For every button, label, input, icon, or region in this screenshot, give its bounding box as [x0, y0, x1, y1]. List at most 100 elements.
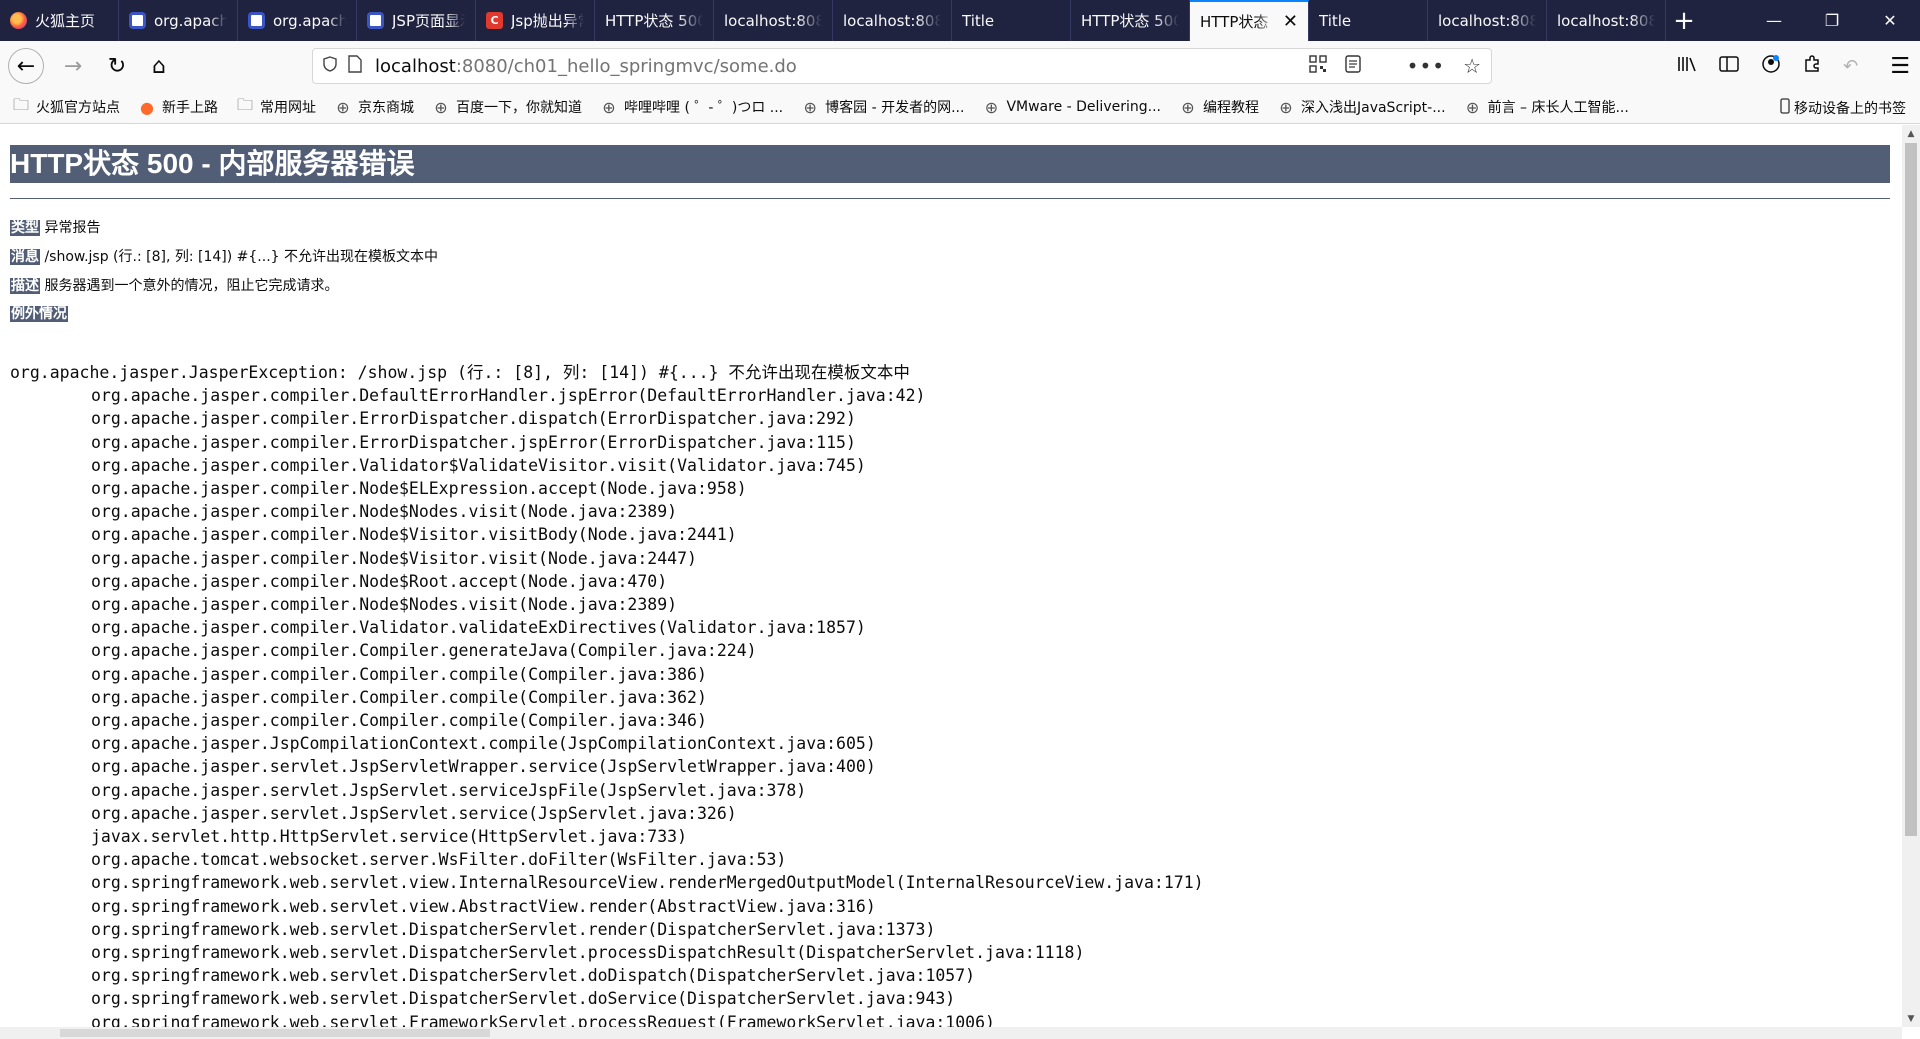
close-window-button[interactable]: ✕	[1861, 0, 1919, 41]
tab-6[interactable]: localhost:8080	[714, 0, 833, 41]
stack-frame: org.springframework.web.servlet.Dispatch…	[91, 919, 936, 939]
tab-label: localhost:8080	[724, 11, 822, 30]
stack-frame: org.apache.jasper.JspCompilationContext.…	[91, 734, 876, 754]
tab-3[interactable]: JSP页面显示	[357, 0, 476, 41]
scroll-up-icon[interactable]: ▲	[1902, 125, 1920, 142]
tab-10[interactable]: HTTP状态 ✕	[1190, 0, 1309, 41]
firefox-icon	[10, 12, 27, 29]
mobile-bookmarks-label: 移动设备上的书签	[1794, 100, 1906, 117]
tab-label: Jsp抛出异常	[511, 12, 584, 30]
globe-icon: ⊕	[434, 97, 448, 117]
bookmark-0[interactable]: 🗀 火狐官方站点	[12, 94, 120, 121]
tab-2[interactable]: org.apache	[238, 0, 357, 41]
stack-frame: org.apache.jasper.compiler.Node$Root.acc…	[91, 571, 668, 591]
bookmark-label: 京东商城	[358, 100, 414, 116]
bookmark-label: 火狐官方站点	[36, 100, 120, 116]
home-button[interactable]: ⌂	[142, 49, 176, 83]
scroll-down-icon[interactable]: ▼	[1902, 1010, 1920, 1027]
stack-frame: org.apache.jasper.compiler.Node$Visitor.…	[91, 525, 737, 545]
bookmark-8[interactable]: ⊕ 编程教程	[1179, 97, 1259, 117]
minimize-button[interactable]: —	[1745, 0, 1803, 41]
mobile-bookmarks[interactable]: 移动设备上的书签	[1780, 91, 1906, 124]
account-icon[interactable]	[1761, 54, 1781, 79]
bookmark-3[interactable]: ⊕ 京东商城	[334, 97, 414, 117]
stack-frame: org.springframework.web.servlet.Dispatch…	[91, 989, 956, 1009]
new-tab-button[interactable]: +	[1666, 0, 1702, 41]
horizontal-scrollbar[interactable]	[0, 1027, 1902, 1039]
stack-frames: org.apache.jasper.compiler.DefaultErrorH…	[10, 384, 1204, 1027]
gear-icon	[248, 12, 265, 29]
stack-frame: org.apache.jasper.compiler.Node$Nodes.vi…	[91, 595, 678, 615]
stack-frame: org.apache.jasper.compiler.Compiler.gene…	[91, 641, 757, 661]
url-bar[interactable]: localhost:8080/ch01_hello_springmvc/some…	[312, 48, 1492, 84]
stack-frame: org.apache.jasper.servlet.JspServlet.ser…	[91, 803, 737, 823]
folder-icon: 🗀	[236, 94, 253, 114]
description-line: 描述 服务器遇到一个意外的情况，阻止它完成请求。	[10, 275, 338, 295]
tab-11[interactable]: Title	[1309, 0, 1428, 41]
library-icon[interactable]	[1677, 55, 1697, 78]
tab-12[interactable]: localhost:8080	[1428, 0, 1547, 41]
undo-close-icon[interactable]: ↶	[1843, 56, 1858, 77]
bookmark-star-icon[interactable]: ☆	[1463, 54, 1481, 78]
url-text[interactable]: localhost:8080/ch01_hello_springmvc/some…	[375, 56, 797, 77]
tab-label: HTTP状态 500	[605, 12, 703, 30]
tab-label: org.apache	[273, 11, 346, 30]
reload-button[interactable]: ↻	[100, 49, 134, 83]
stack-frame: org.springframework.web.servlet.Framewor…	[91, 1012, 995, 1027]
message-line: 消息 /show.jsp (行.: [8], 列: [14]) #{...} 不…	[10, 246, 438, 266]
forward-button[interactable]: →	[56, 49, 90, 83]
bookmark-label: 哔哩哔哩 ( ゜- ゜)つロ ...	[624, 100, 784, 116]
tab-9[interactable]: HTTP状态 500	[1071, 0, 1190, 41]
page-info-icon[interactable]	[347, 54, 375, 78]
bookmark-7[interactable]: ⊕ VMware - Delivering...	[982, 98, 1161, 117]
bookmark-2[interactable]: 🗀 常用网址	[236, 94, 316, 121]
bookmarks-toolbar: 🗀 火狐官方站点 ● 新手上路 🗀 常用网址 ⊕ 京东商城 ⊕ 百度一下，你就知道 ⊕ 哔哩哔哩 ( …	[0, 91, 1920, 124]
tab-4[interactable]: C Jsp抛出异常	[476, 0, 595, 41]
message-value: /show.jsp (行.: [8], 列: [14]) #{...} 不允许出…	[44, 249, 439, 265]
bookmark-label: 前言 – 床长人工智能...	[1487, 100, 1629, 116]
stack-frame: org.springframework.web.servlet.Dispatch…	[91, 943, 1085, 963]
menu-icon[interactable]: ☰	[1890, 54, 1910, 79]
tab-list: 火狐主页 org.apache org.apache JSP页面显示 C Jsp抛出异常 H…	[0, 0, 1666, 41]
bookmark-label: 深入浅出JavaScript-...	[1300, 100, 1446, 116]
globe-icon: ⊕	[1465, 97, 1480, 117]
back-button[interactable]: ←	[8, 48, 44, 84]
page-actions-icon[interactable]: •••	[1407, 54, 1445, 78]
navigation-toolbar: ← → ↻ ⌂ localhost:8080/ch01_hello_spring…	[0, 41, 1920, 91]
bookmark-label: 常用网址	[260, 100, 316, 116]
globe-icon: ⊕	[336, 97, 350, 117]
restore-button[interactable]: ❐	[1803, 0, 1861, 41]
url-path: :8080/ch01_hello_springmvc/some.do	[455, 55, 797, 77]
bookmark-1[interactable]: ● 新手上路	[138, 97, 218, 117]
tab-0[interactable]: 火狐主页	[0, 0, 119, 41]
globe-icon: ⊕	[1181, 97, 1195, 117]
qr-code-icon[interactable]	[1308, 54, 1327, 78]
bookmark-6[interactable]: ⊕ 博客园 - 开发者的网...	[801, 97, 964, 117]
reader-view-icon[interactable]	[1344, 54, 1361, 78]
vertical-scrollbar[interactable]: ▲ ▼	[1902, 125, 1920, 1027]
tab-label: localhost:8080	[1557, 11, 1655, 30]
tab-13[interactable]: localhost:8080	[1547, 0, 1666, 41]
bookmark-5[interactable]: ⊕ 哔哩哔哩 ( ゜- ゜)つロ ...	[600, 97, 783, 117]
globe-icon: ⊕	[803, 97, 817, 117]
tab-1[interactable]: org.apache	[119, 0, 238, 41]
bookmark-10[interactable]: ⊕ 前言 – 床长人工智能...	[1464, 97, 1629, 117]
bookmark-4[interactable]: ⊕ 百度一下，你就知道	[432, 97, 582, 117]
bookmark-list: 🗀 火狐官方站点 ● 新手上路 🗀 常用网址 ⊕ 京东商城 ⊕ 百度一下，你就知道 ⊕ 哔哩哔哩 ( …	[12, 94, 1647, 121]
type-value: 异常报告	[44, 220, 101, 236]
tab-8[interactable]: Title	[952, 0, 1071, 41]
tab-close-icon[interactable]: ✕	[1283, 11, 1298, 32]
bookmark-9[interactable]: ⊕ 深入浅出JavaScript-...	[1277, 97, 1446, 117]
stack-frame: org.apache.jasper.compiler.Node$Nodes.vi…	[91, 502, 678, 522]
horizontal-scroll-thumb[interactable]	[60, 1029, 490, 1037]
sidebar-icon[interactable]	[1719, 55, 1739, 78]
tab-5[interactable]: HTTP状态 500	[595, 0, 714, 41]
tracking-shield-icon[interactable]	[323, 56, 347, 76]
vertical-scroll-thumb[interactable]	[1905, 143, 1917, 836]
tab-7[interactable]: localhost:8080	[833, 0, 952, 41]
extension-icon[interactable]	[1803, 54, 1821, 78]
stack-frame: org.apache.jasper.compiler.Validator.val…	[91, 618, 866, 638]
stack-frame: org.springframework.web.servlet.view.Abs…	[91, 896, 876, 916]
bookmark-label: VMware - Delivering...	[1006, 99, 1161, 115]
folder-icon: 🗀	[12, 94, 29, 114]
